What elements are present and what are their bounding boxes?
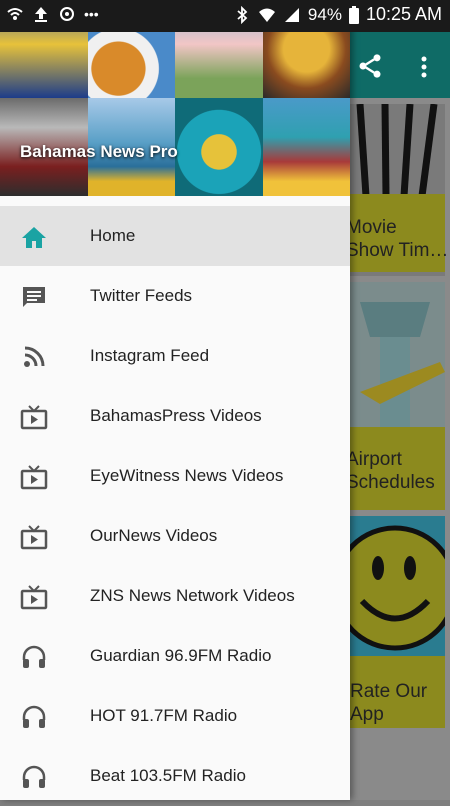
menu-item-guardian-radio[interactable]: Guardian 96.9FM Radio [0, 626, 350, 686]
rss-icon [20, 343, 48, 371]
clock: 10:25 AM [365, 4, 442, 24]
status-bar: ••• 94% 10:25 AM [0, 0, 450, 32]
menu-item-label: OurNews Videos [90, 526, 218, 545]
menu-item-zns-news-network-videos[interactable]: ZNS News Network Videos [0, 566, 350, 626]
tv-icon [20, 523, 48, 551]
menu-item-home[interactable]: Home [0, 206, 350, 266]
more-options-icon[interactable] [414, 54, 434, 80]
share-icon[interactable] [356, 52, 384, 80]
menu-item-twitter-feeds[interactable]: Twitter Feeds [0, 266, 350, 326]
navigation-drawer: Bahamas News Pro Home Twitter Feeds Inst… [0, 0, 350, 800]
drawer-header-title: Bahamas News Pro [20, 142, 178, 161]
menu-item-ournews-videos[interactable]: OurNews Videos [0, 506, 350, 566]
tile-airport-label: Airport Schedules [346, 449, 435, 493]
menu-item-label: Home [90, 226, 136, 245]
photo-coat-of-arms [175, 98, 263, 196]
menu-item-label: EyeWitness News Videos [90, 466, 284, 485]
tv-icon [20, 583, 48, 611]
drawer-menu: Home Twitter Feeds Instagram Feed Bahama… [0, 206, 350, 806]
headphones-icon [20, 763, 48, 791]
menu-item-label: ZNS News Network Videos [90, 586, 295, 605]
menu-item-label: Twitter Feeds [90, 286, 193, 305]
bluetooth-icon [237, 5, 248, 24]
menu-item-label: Beat 103.5FM Radio [90, 766, 246, 785]
tv-icon [20, 463, 48, 491]
tile-rate-label: Rate Our App [350, 681, 428, 725]
menu-item-bahamaspress-videos[interactable]: BahamasPress Videos [0, 386, 350, 446]
home-icon [20, 223, 48, 251]
menu-item-label: Instagram Feed [90, 346, 210, 365]
signal-icon [284, 7, 299, 22]
battery-percentage: 94% [307, 4, 342, 24]
message-icon [20, 283, 48, 311]
menu-item-eyewitness-news-videos[interactable]: EyeWitness News Videos [0, 446, 350, 506]
menu-item-label: BahamasPress Videos [90, 406, 262, 425]
sync-icon [60, 7, 74, 21]
menu-item-label: Guardian 96.9FM Radio [90, 646, 272, 665]
battery-icon [348, 5, 359, 24]
more-notifications-icon: ••• [84, 6, 99, 22]
menu-item-hot-radio[interactable]: HOT 91.7FM Radio [0, 686, 350, 746]
tile-movie-label: Movie Show Tim… [346, 217, 449, 261]
photo-crowd [262, 98, 350, 196]
wifi-notification-icon [7, 8, 23, 20]
upload-icon [35, 7, 47, 22]
menu-item-beat-radio[interactable]: Beat 103.5FM Radio [0, 746, 350, 806]
headphones-icon [20, 643, 48, 671]
tv-icon [20, 403, 48, 431]
headphones-icon [20, 703, 48, 731]
menu-item-label: HOT 91.7FM Radio [90, 706, 238, 725]
menu-item-instagram-feed[interactable]: Instagram Feed [0, 326, 350, 386]
wifi-icon [258, 8, 275, 22]
